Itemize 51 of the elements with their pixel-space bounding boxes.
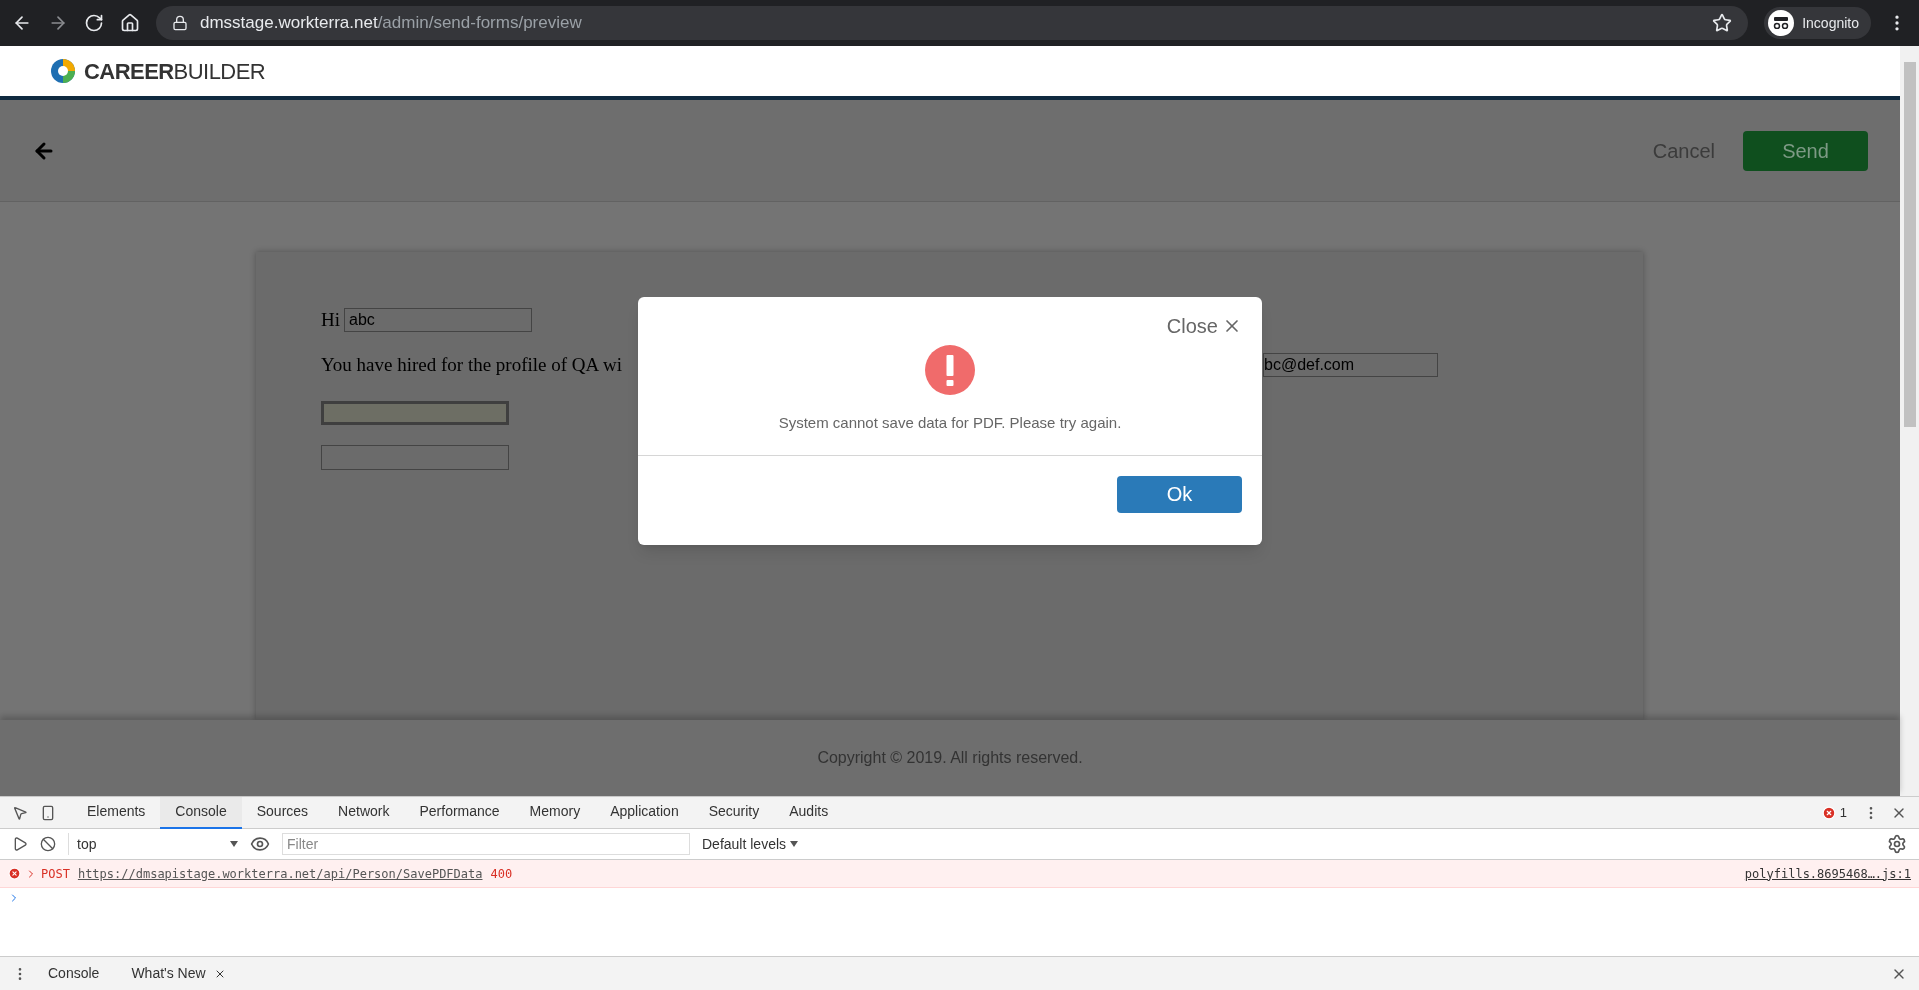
reload-icon[interactable] [84, 13, 104, 33]
error-icon [8, 867, 21, 880]
drawer-tab[interactable]: What's New [119, 956, 238, 990]
incognito-icon [1768, 10, 1795, 36]
context-select[interactable]: top [68, 833, 238, 855]
clear-console-icon[interactable] [40, 836, 56, 852]
request-url[interactable]: https://dmsapistage.workterra.net/api/Person/SavePDFData [77, 864, 483, 883]
drawer-tab[interactable]: Console [36, 956, 112, 990]
devtools-tab[interactable]: Memory [514, 796, 596, 829]
address-bar[interactable]: dmsstage.workterra.net/admin/send-forms/preview [156, 6, 1749, 40]
error-count[interactable]: 1 [1839, 802, 1847, 823]
devtools-tab[interactable]: Security [693, 796, 775, 829]
incognito-badge[interactable]: Incognito [1764, 7, 1871, 39]
device-toolbar-icon[interactable] [40, 804, 56, 821]
dropdown-caret-icon [230, 841, 238, 847]
copyright-text: Copyright © 2019. All rights reserved. [817, 748, 1083, 768]
lock-icon [172, 15, 188, 31]
devtools-tab[interactable]: Elements [72, 796, 161, 829]
sentence-text: You have hired for the profile of QA wi [321, 352, 622, 377]
error-message: System cannot save data for PDF. Please try again. [778, 413, 1122, 433]
url-path: /admin/send-forms/preview [377, 12, 582, 35]
bookmark-star-icon[interactable] [1712, 13, 1733, 33]
settings-icon[interactable] [1887, 834, 1907, 854]
error-icon [925, 345, 975, 395]
focused-field[interactable] [321, 401, 509, 425]
status-code: 400 [490, 865, 513, 883]
careerbuilder-logo: CAREERBUILDER [84, 57, 266, 86]
devtools-tab[interactable]: Audits [774, 796, 844, 829]
error-count-icon [1821, 805, 1836, 820]
devtools-tab[interactable]: Performance [404, 796, 515, 829]
home-icon[interactable] [120, 13, 140, 33]
live-expression-icon[interactable] [250, 834, 270, 854]
empty-field[interactable] [321, 445, 509, 470]
devtools-tab[interactable]: Application [595, 796, 694, 829]
dropdown-caret-icon [790, 841, 799, 847]
devtools-tab[interactable]: Sources [241, 796, 324, 829]
close-button[interactable]: Close [1166, 311, 1242, 341]
devtools-tab[interactable]: Console [160, 796, 242, 829]
request-method: POST [41, 865, 70, 883]
url-host: dmsstage.workterra.net [200, 12, 378, 35]
ok-button[interactable]: Ok [1117, 475, 1242, 513]
levels-dropdown[interactable]: Default levels [702, 833, 799, 855]
devtools-tab[interactable]: Network [323, 796, 405, 829]
source-link[interactable]: polyfills.8695468….js:1 [1744, 864, 1911, 883]
greeting-text: Hi [321, 308, 340, 332]
name-field[interactable]: abc [344, 308, 532, 333]
inspect-icon[interactable] [12, 804, 28, 821]
sidebar-toggle-icon[interactable] [12, 836, 28, 852]
logo-icon [50, 58, 76, 84]
email-field[interactable]: bc@def.com [1263, 352, 1438, 377]
filter-field[interactable]: Filter [282, 833, 690, 855]
